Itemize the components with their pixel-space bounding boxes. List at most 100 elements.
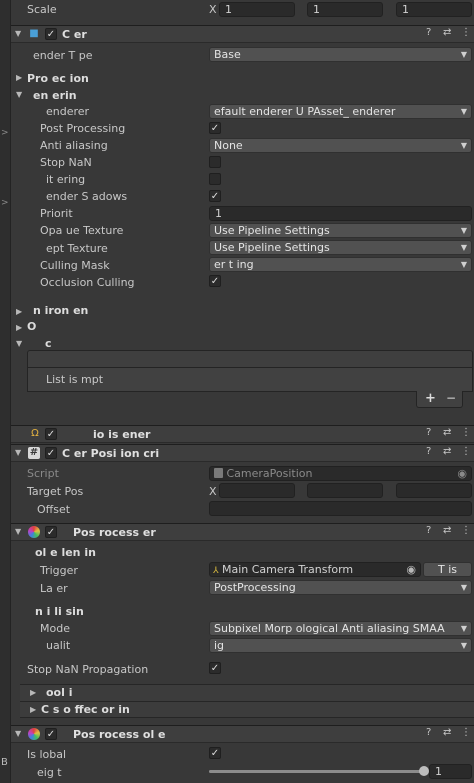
projection-foldout[interactable]: Pro ec ion bbox=[27, 72, 89, 85]
collapse-icon[interactable]: ▼ bbox=[15, 448, 21, 457]
object-picker-icon[interactable]: ◉ bbox=[406, 563, 416, 576]
output-foldout[interactable]: O bbox=[27, 320, 36, 333]
help-icon[interactable]: ? bbox=[426, 727, 431, 738]
toolkit-label: ool i bbox=[46, 686, 73, 699]
menu-icon[interactable]: ⋮ bbox=[461, 525, 471, 536]
volume-blending-heading: ol e len in bbox=[35, 546, 96, 559]
menu-icon[interactable]: ⋮ bbox=[461, 446, 471, 457]
weight-slider-handle[interactable] bbox=[419, 766, 429, 776]
depth-texture-value: Use Pipeline Settings bbox=[214, 241, 330, 254]
menu-icon[interactable]: ⋮ bbox=[461, 727, 471, 738]
stack-foldout-icon[interactable]: ▼ bbox=[16, 339, 22, 348]
environment-foldout-icon[interactable]: ▶ bbox=[16, 307, 22, 316]
opaque-texture-dropdown[interactable]: Use Pipeline Settings ▼ bbox=[209, 223, 472, 238]
dithering-checkbox[interactable] bbox=[209, 173, 221, 185]
culling-mask-dropdown[interactable]: er t ing ▼ bbox=[209, 257, 472, 272]
post-process-layer-enabled-checkbox[interactable]: ✓ bbox=[45, 526, 57, 538]
render-shadows-checkbox[interactable]: ✓ bbox=[209, 190, 221, 202]
help-icon[interactable]: ? bbox=[426, 427, 431, 438]
audio-listener-header[interactable]: Ω ✓ io is ener ? ⇄ ⋮ bbox=[11, 425, 474, 443]
menu-icon[interactable]: ⋮ bbox=[461, 427, 471, 438]
scale-x-field[interactable]: 1 bbox=[219, 2, 295, 17]
camera-component-header[interactable]: ▼ ■ ✓ C er ? ⇄ ⋮ bbox=[11, 25, 474, 43]
custom-effect-sorting-section[interactable]: ▶ C s o ffec or in bbox=[20, 701, 474, 718]
rendering-foldout[interactable]: en erin bbox=[33, 89, 77, 102]
add-icon[interactable]: + bbox=[425, 391, 436, 406]
gutter-b-label: B bbox=[1, 757, 8, 768]
post-process-layer-title: Pos rocess er bbox=[73, 526, 156, 539]
target-pos-label: Target Pos bbox=[27, 485, 84, 498]
post-process-layer-header[interactable]: ▼ ✓ Pos rocess er ? ⇄ ⋮ bbox=[11, 523, 474, 541]
preset-icon[interactable]: ⇄ bbox=[443, 525, 451, 536]
help-icon[interactable]: ? bbox=[426, 525, 431, 536]
chevron-down-icon: ▼ bbox=[460, 243, 467, 252]
scale-label: Scale bbox=[27, 3, 57, 16]
gutter-chevron-icon[interactable]: > bbox=[1, 128, 9, 138]
remove-icon[interactable]: − bbox=[446, 391, 456, 405]
weight-slider-track[interactable] bbox=[209, 766, 429, 776]
camera-position-title: C er Posi ion cri bbox=[62, 447, 160, 460]
depth-texture-dropdown[interactable]: Use Pipeline Settings ▼ bbox=[209, 240, 472, 255]
preset-icon[interactable]: ⇄ bbox=[443, 446, 451, 457]
scale-y-field[interactable]: 1 bbox=[307, 2, 383, 17]
weight-field[interactable]: 1 bbox=[429, 764, 472, 779]
priority-field[interactable]: 1 bbox=[209, 206, 472, 221]
trigger-field[interactable]: ⅄ Main Camera Transform ◉ bbox=[209, 562, 421, 577]
stack-list-body: List is mpt bbox=[27, 368, 473, 392]
scale-z-field[interactable]: 1 bbox=[396, 2, 472, 17]
help-icon[interactable]: ? bbox=[426, 27, 431, 38]
layer-label: La er bbox=[40, 582, 68, 595]
chevron-down-icon: ▼ bbox=[460, 107, 467, 116]
camera-position-enabled-checkbox[interactable]: ✓ bbox=[45, 447, 57, 459]
post-processing-checkbox[interactable]: ✓ bbox=[209, 122, 221, 134]
post-process-volume-enabled-checkbox[interactable]: ✓ bbox=[45, 728, 57, 740]
gutter-chevron-icon[interactable]: > bbox=[1, 198, 9, 208]
target-pos-z-field[interactable] bbox=[396, 483, 472, 498]
stop-nan-checkbox[interactable] bbox=[209, 156, 221, 168]
collapse-icon[interactable]: ▼ bbox=[15, 29, 21, 38]
preset-icon[interactable]: ⇄ bbox=[443, 727, 451, 738]
script-field: CameraPosition ◉ bbox=[209, 466, 472, 481]
stack-foldout[interactable]: c bbox=[45, 337, 52, 350]
toolkit-foldout-icon[interactable]: ▶ bbox=[30, 688, 36, 697]
quality-dropdown[interactable]: ig ▼ bbox=[209, 638, 472, 653]
camera-enabled-checkbox[interactable]: ✓ bbox=[45, 28, 57, 40]
target-pos-y-field[interactable] bbox=[307, 483, 383, 498]
menu-icon[interactable]: ⋮ bbox=[461, 27, 471, 38]
opaque-texture-label: Opa ue Texture bbox=[40, 224, 124, 237]
is-global-checkbox[interactable]: ✓ bbox=[209, 747, 221, 759]
scale-x-axis-label: X bbox=[209, 3, 217, 16]
collapse-icon[interactable]: ▼ bbox=[15, 527, 21, 536]
help-icon[interactable]: ? bbox=[426, 446, 431, 457]
offset-field[interactable] bbox=[209, 501, 472, 516]
projection-foldout-icon[interactable]: ▶ bbox=[16, 73, 22, 82]
this-button[interactable]: T is bbox=[423, 562, 472, 577]
preset-icon[interactable]: ⇄ bbox=[443, 427, 451, 438]
render-type-dropdown[interactable]: Base ▼ bbox=[209, 47, 472, 62]
stack-list-footer: + − bbox=[416, 391, 463, 408]
post-process-volume-header[interactable]: ▼ ✓ Pos rocess ol e ? ⇄ ⋮ bbox=[11, 725, 474, 743]
rendering-foldout-icon[interactable]: ▼ bbox=[16, 90, 22, 99]
camera-position-header[interactable]: ▼ # ✓ C er Posi ion cri ? ⇄ ⋮ bbox=[11, 444, 474, 462]
environment-foldout[interactable]: n iron en bbox=[33, 304, 88, 317]
occlusion-culling-checkbox[interactable]: ✓ bbox=[209, 275, 221, 287]
layer-dropdown[interactable]: PostProcessing ▼ bbox=[209, 580, 472, 595]
renderer-dropdown[interactable]: efault enderer U PAsset_ enderer ▼ bbox=[209, 104, 472, 119]
mode-dropdown[interactable]: Subpixel Morp ological Anti aliasing SMA… bbox=[209, 621, 472, 636]
anti-aliasing-dropdown[interactable]: None ▼ bbox=[209, 138, 472, 153]
target-pos-x-field[interactable] bbox=[219, 483, 295, 498]
chevron-down-icon: ▼ bbox=[460, 583, 467, 592]
collapse-icon[interactable]: ▼ bbox=[15, 729, 21, 738]
object-picker-icon[interactable]: ◉ bbox=[457, 467, 467, 480]
output-foldout-icon[interactable]: ▶ bbox=[16, 323, 22, 332]
audio-listener-title: io is ener bbox=[93, 428, 151, 441]
chevron-down-icon: ▼ bbox=[460, 260, 467, 269]
custom-effect-foldout-icon[interactable]: ▶ bbox=[30, 705, 36, 714]
audio-listener-enabled-checkbox[interactable]: ✓ bbox=[45, 428, 57, 440]
inspector-panel: > > B Scale X 1 1 1 ▼ ■ ✓ C er ? ⇄ ⋮ end… bbox=[0, 0, 474, 783]
preset-icon[interactable]: ⇄ bbox=[443, 27, 451, 38]
quality-value: ig bbox=[214, 639, 225, 652]
renderer-value: efault enderer U PAsset_ enderer bbox=[214, 105, 396, 118]
stop-nan-propagation-checkbox[interactable]: ✓ bbox=[209, 662, 221, 674]
toolkit-section[interactable]: ▶ ool i bbox=[20, 684, 474, 701]
